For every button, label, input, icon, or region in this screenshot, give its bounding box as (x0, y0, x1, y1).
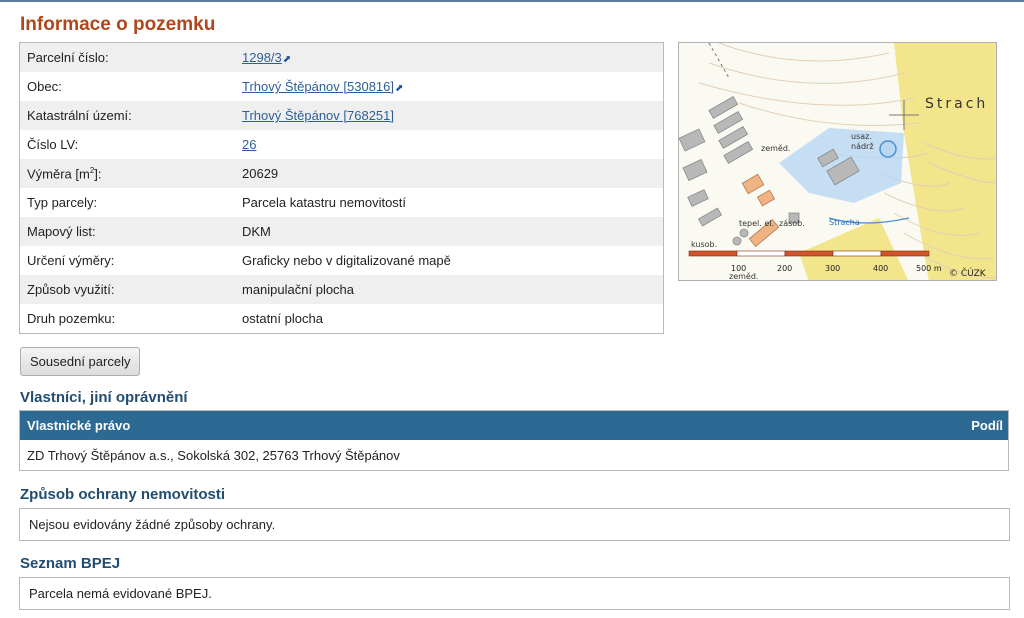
external-link-icon[interactable]: ⬈ (395, 83, 403, 94)
protection-text: Nejsou evidovány žádné způsoby ochrany. (29, 517, 276, 532)
info-label: Druh pozemku: (27, 311, 116, 326)
info-value: Trhový Štěpánov [530816]⬈ (242, 79, 663, 94)
info-label: Katastrální území: (27, 108, 132, 123)
svg-text:500 m: 500 m (916, 264, 942, 273)
svg-text:tepel. el.: tepel. el. (739, 219, 774, 228)
table-row: Mapový list: DKM (20, 217, 663, 246)
info-value-link[interactable]: Trhový Štěpánov [530816] (242, 79, 394, 94)
owners-heading: Vlastníci, jiní oprávnění (20, 389, 188, 406)
protection-heading: Způsob ochrany nemovitosti (20, 486, 226, 503)
map-label-place: Strach (925, 96, 988, 112)
info-label: Způsob využití: (27, 282, 115, 297)
map-scale-bar (688, 250, 930, 257)
info-label: Mapový list: (27, 224, 96, 239)
info-label: Obec: (27, 79, 62, 94)
page-title: Informace o pozemku (20, 14, 216, 35)
top-border (0, 0, 1024, 2)
svg-text:nádrž: nádrž (851, 142, 874, 151)
table-row: ZD Trhový Štěpánov a.s., Sokolská 302, 2… (20, 440, 1008, 470)
cadastral-map[interactable]: Strach usaz. nádrž zeměd. zeměd. tepel. … (678, 42, 997, 281)
info-value: ostatní plocha (242, 311, 323, 326)
parcel-info-table: Parcelní číslo: 1298/3⬈ Obec: Trhový Štěpán… (19, 42, 664, 334)
info-label: Typ parcely: (27, 195, 98, 210)
info-label: Parcelní číslo: (27, 50, 109, 65)
svg-text:usaz.: usaz. (851, 132, 872, 141)
table-row: Číslo LV: 26 (20, 130, 663, 159)
info-value-link[interactable]: 26 (242, 137, 256, 152)
info-label: Číslo LV: (27, 137, 79, 152)
owners-table-header: Vlastnické právo Podíl (20, 411, 1008, 440)
info-value-link[interactable]: 1298/3 (242, 50, 282, 65)
svg-text:400: 400 (873, 264, 888, 273)
info-value: 1298/3⬈ (242, 50, 663, 65)
neighbor-parcels-button[interactable]: Sousední parcely (20, 347, 141, 376)
svg-text:300: 300 (825, 264, 840, 273)
bpej-box: Parcela nemá evidované BPEJ. (19, 577, 1010, 610)
info-value: Graficky nebo v digitalizované mapě (242, 253, 451, 268)
map-copyright: © ČÚZK (949, 267, 987, 279)
protection-box: Nejsou evidovány žádné způsoby ochrany. (19, 508, 1010, 541)
svg-text:kusob.: kusob. (691, 240, 717, 249)
info-value: 26 (242, 137, 663, 152)
owners-col-share: Podíl (971, 418, 1003, 433)
table-row: Způsob využití: manipulační plocha (20, 275, 663, 304)
table-row: Určení výměry: Graficky nebo v digitalizo… (20, 246, 663, 275)
owners-table: Vlastnické právo Podíl ZD Trhový Štěpáno… (19, 410, 1009, 471)
info-value: 20629 (242, 166, 279, 181)
table-row: Parcelní číslo: 1298/3⬈ (20, 43, 663, 72)
svg-text:zeměd.: zeměd. (761, 144, 790, 153)
info-label: Výměra [m2]: (27, 165, 102, 182)
bpej-text: Parcela nemá evidované BPEJ. (29, 586, 212, 601)
svg-text:200: 200 (777, 264, 792, 273)
info-value: Parcela katastru nemovitostí (242, 195, 407, 210)
svg-text:zeměd.: zeměd. (729, 272, 758, 281)
info-value-link[interactable]: Trhový Štěpánov [768251] (242, 108, 394, 123)
svg-text:zásob.: zásob. (779, 219, 805, 228)
owner-name: ZD Trhový Štěpánov a.s., Sokolská 302, 2… (27, 447, 400, 463)
owners-col-right: Vlastnické právo (27, 418, 131, 433)
table-row: Typ parcely: Parcela katastru nemovitostí (20, 188, 663, 217)
bpej-heading: Seznam BPEJ (20, 555, 121, 572)
svg-text:Stracha: Stracha (829, 218, 860, 227)
table-row: Výměra [m2]: 20629 (20, 159, 663, 188)
svg-text:100: 100 (731, 264, 746, 273)
table-row: Katastrální území: Trhový Štěpánov [76825… (20, 101, 663, 130)
info-label: Určení výměry: (27, 253, 115, 268)
table-row: Druh pozemku: ostatní plocha (20, 304, 663, 333)
external-link-icon[interactable]: ⬈ (283, 54, 291, 65)
info-value: DKM (242, 224, 271, 239)
info-value: manipulační plocha (242, 282, 355, 297)
info-value: Trhový Štěpánov [768251] (242, 108, 663, 123)
table-row: Obec: Trhový Štěpánov [530816]⬈ (20, 72, 663, 101)
map-graphic: Strach usaz. nádrž zeměd. zeměd. tepel. … (679, 43, 996, 281)
